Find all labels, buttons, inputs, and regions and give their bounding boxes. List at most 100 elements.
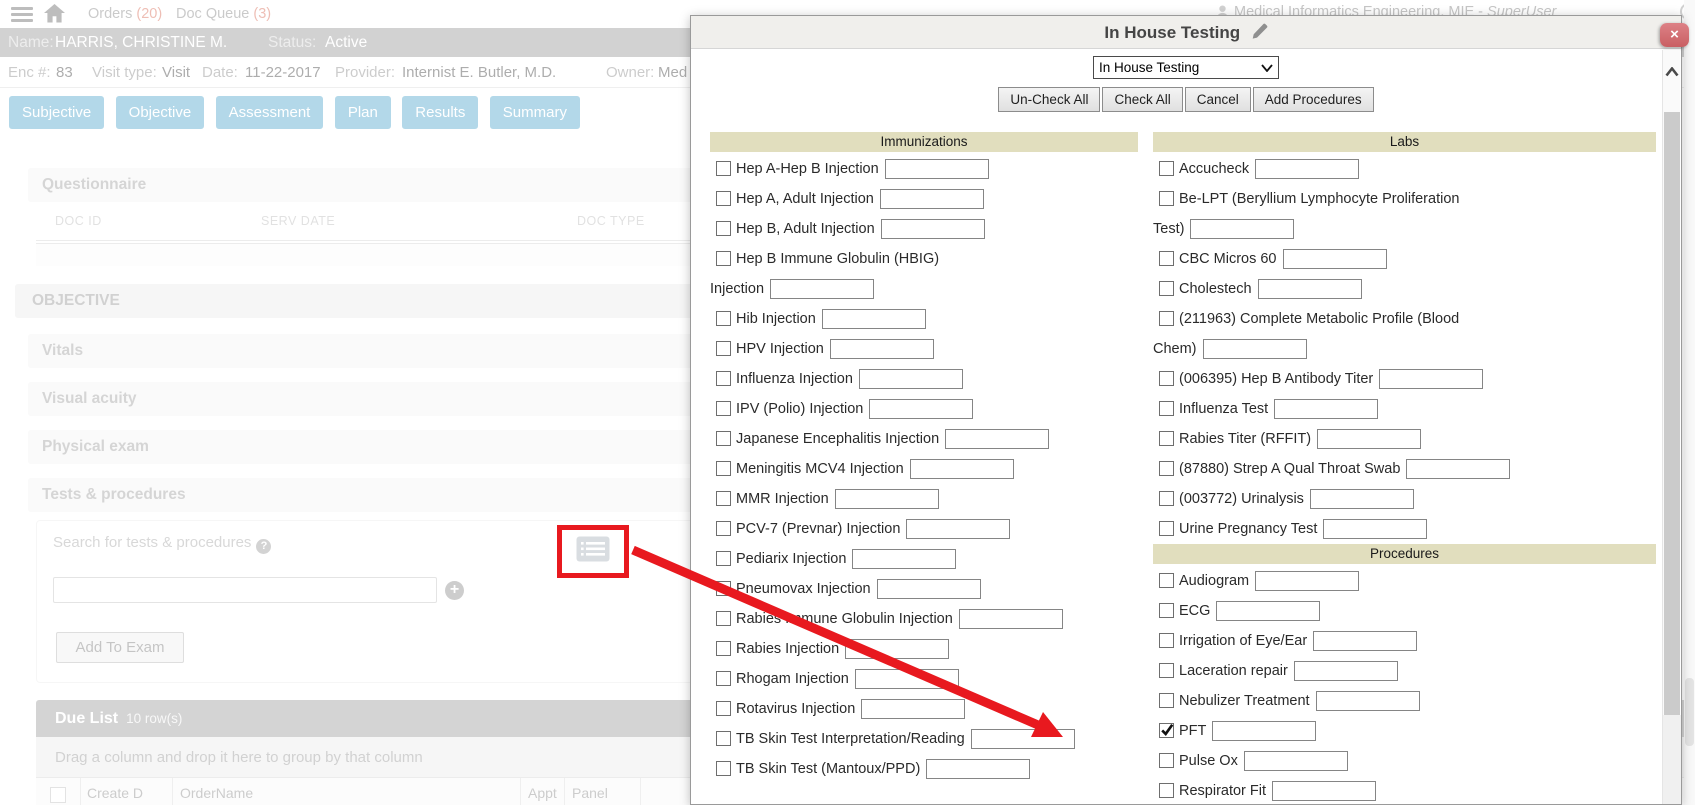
item-value-input[interactable] [1272,781,1376,801]
checkbox[interactable] [1159,603,1174,618]
item-value-input[interactable] [1258,279,1362,299]
checkbox[interactable] [1159,311,1174,326]
checklist-item: Cholestech [1153,274,1656,304]
checkbox[interactable] [1159,431,1174,446]
checkbox[interactable] [716,491,731,506]
checkbox[interactable] [716,221,731,236]
checkbox[interactable] [1159,461,1174,476]
item-value-input[interactable] [971,729,1075,749]
checklist-item: Rotavirus Injection [710,694,1138,724]
checkbox-checked[interactable] [1159,723,1174,738]
checkbox[interactable] [716,701,731,716]
uncheck-all-button[interactable]: Un-Check All [998,87,1100,112]
checkbox[interactable] [1159,753,1174,768]
checkbox[interactable] [716,761,731,776]
checkbox[interactable] [716,551,731,566]
item-value-input[interactable] [1244,751,1348,771]
checkbox[interactable] [716,461,731,476]
item-value-input[interactable] [1212,721,1316,741]
item-value-input[interactable] [877,579,981,599]
item-value-input[interactable] [845,639,949,659]
dialog-scrollbar-track[interactable] [1663,715,1681,804]
checkbox[interactable] [1159,663,1174,678]
checkbox[interactable] [716,431,731,446]
checkbox[interactable] [1159,521,1174,536]
checkbox[interactable] [1159,633,1174,648]
checkbox[interactable] [1159,281,1174,296]
item-value-input[interactable] [835,489,939,509]
item-value-input[interactable] [1294,661,1398,681]
item-value-input[interactable] [1316,691,1420,711]
item-value-input[interactable] [881,219,985,239]
item-value-input[interactable] [1274,399,1378,419]
item-value-input[interactable] [1190,219,1294,239]
item-value-input[interactable] [1310,489,1414,509]
item-value-input[interactable] [861,699,965,719]
item-value-input[interactable] [910,459,1014,479]
checkbox[interactable] [1159,491,1174,506]
item-value-input[interactable] [945,429,1049,449]
checkbox[interactable] [1159,371,1174,386]
item-value-input[interactable] [770,279,874,299]
checkbox[interactable] [1159,191,1174,206]
item-label: ECG [1179,603,1210,619]
edit-pencil-icon[interactable] [1246,27,1267,44]
checkbox[interactable] [716,161,731,176]
checkbox[interactable] [716,641,731,656]
checkbox[interactable] [1159,693,1174,708]
item-value-input[interactable] [852,549,956,569]
scroll-up-icon[interactable] [1665,64,1679,78]
checklist-item: Hib Injection [710,304,1138,334]
item-value-input[interactable] [1379,369,1483,389]
item-value-input[interactable] [1323,519,1427,539]
checkbox[interactable] [716,611,731,626]
checkbox[interactable] [716,191,731,206]
checklist-select[interactable]: In House Testing [1093,56,1279,79]
item-label: (003772) Urinalysis [1179,491,1304,507]
checkbox[interactable] [716,371,731,386]
item-value-input[interactable] [1406,459,1510,479]
dialog-scrollbar[interactable] [1662,50,1680,804]
item-value-input[interactable] [855,669,959,689]
checkbox[interactable] [716,251,731,266]
checkbox[interactable] [1159,251,1174,266]
item-value-input[interactable] [1255,159,1359,179]
close-button[interactable]: × [1660,23,1689,47]
dialog-header[interactable]: In House Testing × [691,16,1681,49]
checkbox[interactable] [716,731,731,746]
checkbox[interactable] [1159,401,1174,416]
item-value-input[interactable] [880,189,984,209]
item-value-input[interactable] [869,399,973,419]
checkbox[interactable] [716,341,731,356]
item-label: Cholestech [1179,281,1252,297]
item-value-input[interactable] [822,309,926,329]
item-value-input[interactable] [1203,339,1307,359]
item-label: PFT [1179,723,1206,739]
item-value-input[interactable] [1317,429,1421,449]
check-all-button[interactable]: Check All [1102,87,1182,112]
item-value-input[interactable] [926,759,1030,779]
checkbox[interactable] [1159,783,1174,798]
checklist-item: Nebulizer Treatment [1153,686,1656,716]
item-value-input[interactable] [859,369,963,389]
item-label: Nebulizer Treatment [1179,693,1310,709]
checkbox[interactable] [716,581,731,596]
item-value-input[interactable] [1216,601,1320,621]
item-label: Meningitis MCV4 Injection [736,461,904,477]
item-value-input[interactable] [906,519,1010,539]
dialog-scrollbar-thumb[interactable] [1664,112,1680,715]
item-value-input[interactable] [1255,571,1359,591]
add-procedures-button[interactable]: Add Procedures [1253,87,1374,112]
item-value-input[interactable] [959,609,1063,629]
checkbox[interactable] [1159,161,1174,176]
checkbox[interactable] [716,671,731,686]
checkbox[interactable] [1159,573,1174,588]
item-value-input[interactable] [1283,249,1387,269]
cancel-button[interactable]: Cancel [1185,87,1251,112]
item-value-input[interactable] [885,159,989,179]
checkbox[interactable] [716,521,731,536]
checkbox[interactable] [716,401,731,416]
item-value-input[interactable] [1313,631,1417,651]
checkbox[interactable] [716,311,731,326]
item-value-input[interactable] [830,339,934,359]
